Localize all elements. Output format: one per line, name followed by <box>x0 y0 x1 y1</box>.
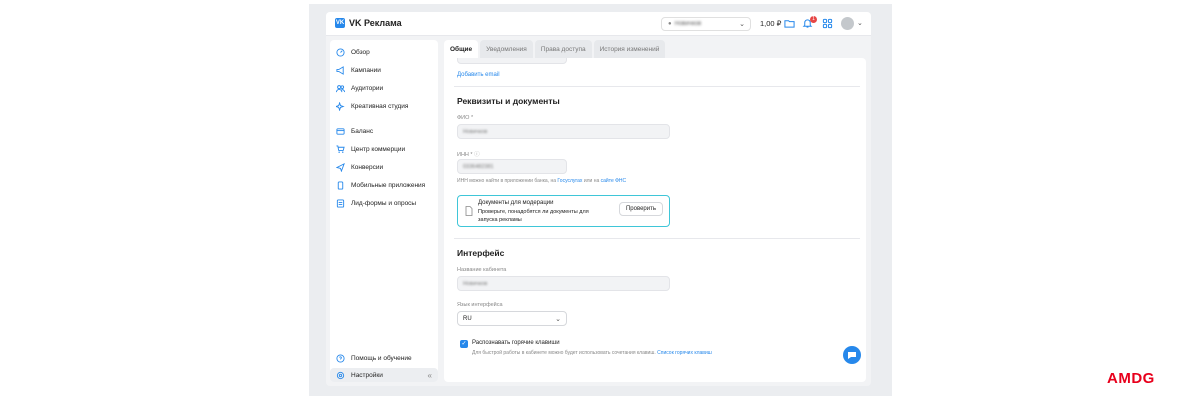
avatar[interactable] <box>841 17 854 30</box>
fio-value: Новичков <box>463 128 488 135</box>
tab-general[interactable]: Общие <box>444 40 479 58</box>
sidebar-item-label: Креативная студия <box>351 102 409 110</box>
chevron-down-icon: ⌄ <box>739 21 745 28</box>
form-icon <box>336 198 345 208</box>
divider <box>454 238 860 239</box>
top-bar: VK VK Реклама ● Новичков ⌄ 1,00 ₽ 1 ⌄ <box>326 12 871 36</box>
apps-grid-icon[interactable] <box>822 18 833 29</box>
sidebar-item-overview[interactable]: Обзор <box>330 44 438 60</box>
sidebar-item-label: Лид-формы и опросы <box>351 199 417 207</box>
sidebar-item-label: Мобильные приложения <box>351 181 426 189</box>
gosuslugi-link[interactable]: Госуслугах <box>557 178 582 184</box>
sidebar-item-label: Обзор <box>351 48 370 56</box>
balance-amount[interactable]: 1,00 ₽ <box>760 19 781 28</box>
inn-label: ИНН * ⓘ <box>457 150 480 158</box>
sidebar-item-label: Баланс <box>351 127 374 135</box>
sidebar: Обзор Кампании Аудитории Креативная студ… <box>330 40 438 382</box>
brand[interactable]: VK VK Реклама <box>335 18 402 28</box>
chat-icon <box>848 352 856 359</box>
inn-field[interactable]: 0336482381 <box>457 159 567 174</box>
fio-field[interactable]: Новичков <box>457 124 670 139</box>
tab-change-history[interactable]: История изменений <box>593 40 666 58</box>
moderation-docs-box: Документы для модерации Проверьте, понад… <box>457 195 670 227</box>
tab-access-rights[interactable]: Права доступа <box>534 40 592 58</box>
wallet-icon <box>336 127 345 135</box>
account-name: Новичков <box>674 21 702 27</box>
check-docs-button[interactable]: Проверить <box>619 202 663 216</box>
inn-value: 0336482381 <box>463 163 494 170</box>
hotkeys-checkbox[interactable]: ✓ <box>460 340 468 348</box>
document-icon <box>465 206 473 216</box>
phone-icon <box>337 180 344 190</box>
app-name: VK Реклама <box>349 18 402 28</box>
megaphone-icon <box>336 65 344 75</box>
language-value: RU <box>463 315 472 322</box>
vk-logo-icon: VK <box>335 18 345 28</box>
language-label: Язык интерфейса <box>457 302 503 308</box>
email-field[interactable] <box>457 58 567 64</box>
folder-icon[interactable] <box>784 18 795 29</box>
collapse-sidebar-icon[interactable]: « <box>428 371 432 380</box>
sidebar-item-help[interactable]: Помощь и обучение <box>330 350 438 366</box>
hotkeys-label[interactable]: Распознавать горячие клавиши <box>472 340 560 346</box>
fio-label: ФИО * <box>457 115 474 121</box>
docs-text: Проверьте, понадобятся ли документы для … <box>478 209 589 223</box>
send-icon <box>336 162 345 172</box>
requisites-title: Реквизиты и документы <box>457 96 560 106</box>
cabinet-name-label: Название кабинета <box>457 267 507 273</box>
chevron-down-icon: ⌄ <box>555 316 561 323</box>
settings-card: Добавить email Реквизиты и документы ФИО… <box>444 58 866 382</box>
hotkeys-hint-text: Для быстрой работы в кабинете можно буде… <box>472 350 656 356</box>
settings-tabs: Общие Уведомления Права доступа История … <box>444 40 666 58</box>
inn-hint: ИНН можно найти в приложении банка, на Г… <box>457 178 626 184</box>
person-icon: ● <box>668 21 672 27</box>
sidebar-item-label: Настройки <box>351 371 383 379</box>
hotkeys-hint: Для быстрой работы в кабинете можно буде… <box>472 350 712 356</box>
cabinet-name-field[interactable]: Новичков <box>457 276 670 291</box>
sparkle-icon <box>336 101 345 111</box>
users-icon <box>336 84 345 92</box>
amdg-watermark: AMDG <box>1107 370 1155 387</box>
sidebar-item-lead-forms[interactable]: Лид-формы и опросы <box>330 195 438 211</box>
sidebar-item-audiences[interactable]: Аудитории <box>330 80 438 96</box>
sidebar-item-label: Аудитории <box>351 84 384 92</box>
sidebar-item-label: Кампании <box>351 66 381 74</box>
account-switcher[interactable]: ● Новичков ⌄ <box>661 17 751 31</box>
sidebar-item-commerce[interactable]: Центр коммерции <box>330 141 438 157</box>
chat-button[interactable] <box>843 346 861 364</box>
main-content: Общие Уведомления Права доступа История … <box>442 40 866 382</box>
sidebar-item-conversions[interactable]: Конверсии <box>330 159 438 175</box>
overview-icon <box>336 47 345 57</box>
sidebar-item-label: Конверсии <box>351 163 384 171</box>
app-window: VK VK Реклама ● Новичков ⌄ 1,00 ₽ 1 ⌄ Об… <box>326 12 871 386</box>
cart-icon <box>336 144 345 153</box>
chevron-down-icon[interactable]: ⌄ <box>857 19 863 27</box>
settings-icon <box>336 371 345 379</box>
sidebar-item-label: Помощь и обучение <box>351 354 412 362</box>
sidebar-item-label: Центр коммерции <box>351 145 406 153</box>
hotkeys-list-link[interactable]: Список горячих клавиш <box>657 350 712 356</box>
sidebar-item-balance[interactable]: Баланс <box>330 123 438 139</box>
sidebar-item-creative-studio[interactable]: Креативная студия <box>330 98 438 114</box>
sidebar-item-settings[interactable]: Настройки « <box>330 368 438 382</box>
language-select[interactable]: RU ⌄ <box>457 311 567 326</box>
sidebar-item-mobile-apps[interactable]: Мобильные приложения <box>330 177 438 193</box>
help-icon <box>336 353 345 363</box>
inn-hint-mid: или на <box>583 178 600 184</box>
sidebar-item-campaigns[interactable]: Кампании <box>330 62 438 78</box>
notification-badge: 1 <box>810 16 817 23</box>
fns-link[interactable]: сайте ФНС <box>601 178 627 184</box>
inn-label-text: ИНН * <box>457 152 473 158</box>
docs-title: Документы для модерации <box>478 200 554 206</box>
interface-title: Интерфейс <box>457 248 505 258</box>
tab-notifications[interactable]: Уведомления <box>480 40 533 58</box>
info-icon[interactable]: ⓘ <box>474 152 480 158</box>
divider <box>454 86 860 87</box>
cabinet-name-value: Новичков <box>463 280 488 287</box>
add-email-link[interactable]: Добавить email <box>457 72 500 78</box>
inn-hint-prefix: ИНН можно найти в приложении банка, на <box>457 178 557 184</box>
